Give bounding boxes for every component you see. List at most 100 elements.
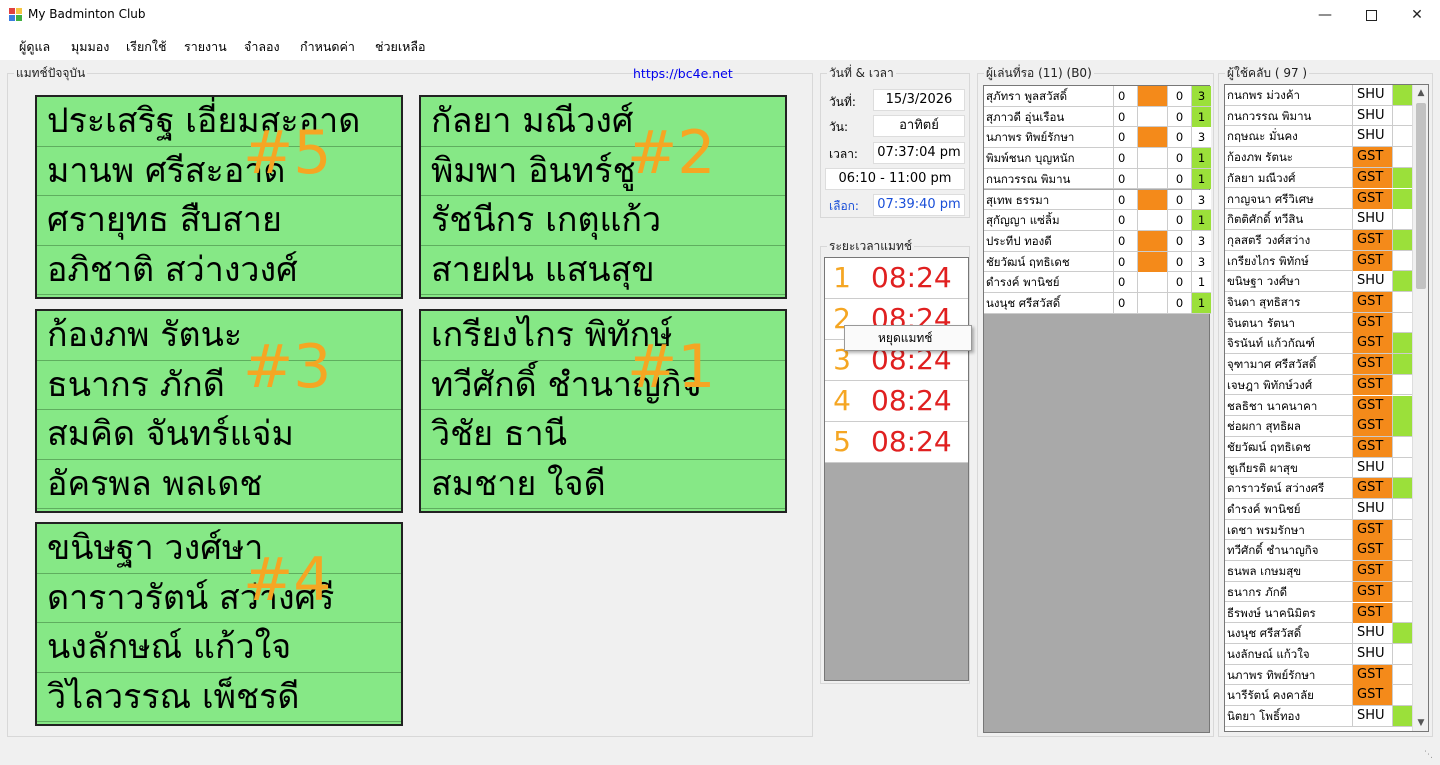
match-card[interactable]: ประเสริฐ เอี่ยมสะอาด มานพ ศรีสะอาด ศรายุ… <box>35 95 403 299</box>
waiting-player-games: 0 <box>1113 148 1137 169</box>
select-time-field[interactable]: 07:39:40 pm <box>873 194 965 216</box>
scroll-thumb[interactable] <box>1416 103 1426 289</box>
menu-help[interactable]: ช่วยเหลือ <box>375 37 426 57</box>
member-status-flag <box>1392 643 1413 664</box>
member-status-flag <box>1392 519 1413 540</box>
member-row[interactable]: ทวีศักดิ์ ชำนาญกิจ GST <box>1225 540 1413 562</box>
match-card[interactable]: กัลยา มณีวงศ์ พิมพา อินทร์ชู รัชนีกร เกต… <box>419 95 787 299</box>
member-type-badge: GST <box>1352 561 1392 582</box>
member-type-badge: SHU <box>1352 271 1392 292</box>
waiting-player-name: ดำรงค์ พานิชย์ <box>986 275 1060 290</box>
timer-row[interactable]: 4 08:24 <box>825 381 968 422</box>
member-status-flag <box>1392 271 1413 292</box>
menu-view[interactable]: มุมมอง <box>71 37 109 57</box>
waiting-player-name: กนกวรรณ พิมาน <box>986 171 1071 186</box>
day-field[interactable]: อาทิตย์ <box>873 115 965 137</box>
menu-admin[interactable]: ผู้ดูแล <box>19 37 50 57</box>
waiting-player-row[interactable]: สุภัทรา พูลสวัสดิ์ 0 0 3 <box>984 86 1211 107</box>
waiting-player-row[interactable]: กนกวรรณ พิมาน 0 0 1 <box>984 168 1211 190</box>
member-name: ชูเกียรติ ผาสุข <box>1227 460 1298 475</box>
member-row[interactable]: ธีรพงษ์ นาคนิมิตร GST <box>1225 602 1413 624</box>
member-status-flag <box>1392 147 1413 168</box>
minimize-icon[interactable]: — <box>1302 0 1348 30</box>
waiting-player-level: 3 <box>1191 230 1211 251</box>
website-link[interactable]: https://bc4e.net <box>633 66 733 81</box>
waiting-player-count: 0 <box>1167 230 1191 251</box>
member-row[interactable]: กิตติศักดิ์ ทวีสิน SHU <box>1225 209 1413 230</box>
session-field[interactable]: 06:10 - 11:00 pm <box>825 168 965 190</box>
waiting-player-level: 3 <box>1191 189 1211 210</box>
waiting-player-row[interactable]: ชัยวัฒน์ ฤทธิเดช 0 0 3 <box>984 251 1211 273</box>
menu-settings[interactable]: กำหนดค่า <box>300 37 355 57</box>
current-matches-label: แมทช์ปัจจุบัน <box>14 66 88 80</box>
waiting-player-row[interactable]: ประทีป ทองดี 0 0 3 <box>984 230 1211 252</box>
member-row[interactable]: นารีรัตน์ คงคาลัย GST <box>1225 685 1413 706</box>
timer-index: 1 <box>833 261 851 294</box>
member-row[interactable]: จุฑามาศ ศรีสวัสดิ์ GST <box>1225 354 1413 375</box>
member-row[interactable]: ขนิษฐา วงศ์ษา SHU <box>1225 271 1413 292</box>
timer-row[interactable]: 1 08:24 <box>825 258 968 299</box>
timer-row[interactable]: 5 08:24 <box>825 422 968 463</box>
member-type-badge: GST <box>1352 664 1392 685</box>
menu-reports[interactable]: รายงาน <box>184 37 227 57</box>
member-row[interactable]: กนกวรรณ พิมาน SHU <box>1225 105 1413 127</box>
member-row[interactable]: ชลธิชา นาคนาคา GST <box>1225 395 1413 417</box>
maximize-icon[interactable] <box>1348 0 1394 30</box>
waiting-player-row[interactable]: นงนุช ศรีสวัสดิ์ 0 0 1 <box>984 293 1211 314</box>
match-player: อภิชาติ สว่างวงศ์ <box>37 246 401 295</box>
waiting-player-row[interactable]: นภาพร ทิพย์รักษา 0 0 3 <box>984 127 1211 149</box>
close-icon[interactable]: ✕ <box>1394 0 1440 30</box>
member-row[interactable]: นภาพร ทิพย์รักษา GST <box>1225 664 1413 686</box>
member-status-flag <box>1392 374 1413 395</box>
resize-grip-icon[interactable]: ⋱ <box>1424 750 1436 762</box>
member-row[interactable]: กนกพร ม่วงค้า SHU <box>1225 85 1413 106</box>
member-row[interactable]: จินดา สุทธิสาร GST <box>1225 292 1413 313</box>
stop-match-menu-item[interactable]: หยุดแมทช์ <box>844 325 972 351</box>
member-type-badge: GST <box>1352 312 1392 333</box>
member-row[interactable]: จิรนันท์ แก้วกัณฑ์ GST <box>1225 333 1413 355</box>
member-row[interactable]: กาญจนา ศรีวิเศษ GST <box>1225 188 1413 210</box>
member-row[interactable]: จินตนา รัตนา GST <box>1225 312 1413 334</box>
member-row[interactable]: นิตยา โพธิ์ทอง SHU <box>1225 706 1413 727</box>
members-scrollbar[interactable]: ▲ ▼ <box>1412 85 1428 731</box>
waiting-players-label: ผู้เล่นที่รอ (11) (B0) <box>984 66 1094 80</box>
match-player: ดาราวรัตน์ สว่างศรี <box>37 574 401 623</box>
member-row[interactable]: นงลักษณ์ แก้วใจ SHU <box>1225 643 1413 665</box>
scroll-up-icon[interactable]: ▲ <box>1413 85 1429 101</box>
match-card[interactable]: ขนิษฐา วงศ์ษา ดาราวรัตน์ สว่างศรี นงลักษ… <box>35 522 403 726</box>
member-row[interactable]: นงนุช ศรีสวัสดิ์ SHU <box>1225 623 1413 644</box>
member-row[interactable]: ก้องภพ รัตนะ GST <box>1225 147 1413 168</box>
member-type-badge: GST <box>1352 395 1392 416</box>
member-row[interactable]: เกรียงไกร พิทักษ์ GST <box>1225 250 1413 272</box>
member-name: เกรียงไกร พิทักษ์ <box>1227 253 1309 268</box>
waiting-player-name: นงนุช ศรีสวัสดิ์ <box>986 296 1061 310</box>
waiting-player-row[interactable]: สุเทพ ธรรมา 0 0 3 <box>984 189 1211 211</box>
member-row[interactable]: ช่อผกา สุทธิผล GST <box>1225 416 1413 437</box>
scroll-down-icon[interactable]: ▼ <box>1413 715 1429 731</box>
member-row[interactable]: ธนากร ภักดี GST <box>1225 581 1413 603</box>
menu-simulate[interactable]: จำลอง <box>244 37 280 57</box>
waiting-player-row[interactable]: ดำรงค์ พานิชย์ 0 0 1 <box>984 272 1211 293</box>
member-row[interactable]: ดำรงค์ พานิชย์ SHU <box>1225 499 1413 520</box>
time-field[interactable]: 07:37:04 pm <box>873 142 965 164</box>
member-row[interactable]: ธนพล เกษมสุข GST <box>1225 561 1413 582</box>
member-row[interactable]: กัลยา มณีวงศ์ GST <box>1225 167 1413 189</box>
match-card[interactable]: ก้องภพ รัตนะ ธนากร ภักดี สมคิด จันทร์แจ่… <box>35 309 403 513</box>
member-status-flag <box>1392 623 1413 644</box>
waiting-player-games: 0 <box>1113 127 1137 148</box>
match-card[interactable]: เกรียงไกร พิทักษ์ ทวีศักดิ์ ชำนาญกิจ วิช… <box>419 309 787 513</box>
waiting-player-row[interactable]: พิมพ์ชนก บุญหนัก 0 0 1 <box>984 148 1211 169</box>
waiting-player-games: 0 <box>1113 189 1137 210</box>
member-row[interactable]: ชูเกียรติ ผาสุข SHU <box>1225 457 1413 479</box>
date-field[interactable]: 15/3/2026 <box>873 89 965 111</box>
member-row[interactable]: กฤษณะ มั่นคง SHU <box>1225 126 1413 148</box>
member-row[interactable]: เดชา พรมรักษา GST <box>1225 519 1413 541</box>
member-row[interactable]: กุลสตรี วงศ์สว่าง GST <box>1225 229 1413 251</box>
member-row[interactable]: ดาราวรัตน์ สว่างศรี GST <box>1225 478 1413 499</box>
waiting-player-row[interactable]: สุกัญญา แซ่ลิ้ม 0 0 1 <box>984 210 1211 231</box>
waiting-player-row[interactable]: สุภาวดี อุ่นเรือน 0 0 1 <box>984 106 1211 128</box>
menu-run[interactable]: เรียกใช้ <box>126 37 166 57</box>
member-row[interactable]: เจษฎา พิทักษ์วงศ์ GST <box>1225 374 1413 396</box>
member-row[interactable]: ชัยวัฒน์ ฤทธิเดช GST <box>1225 436 1413 458</box>
waiting-player-games: 0 <box>1113 86 1137 106</box>
